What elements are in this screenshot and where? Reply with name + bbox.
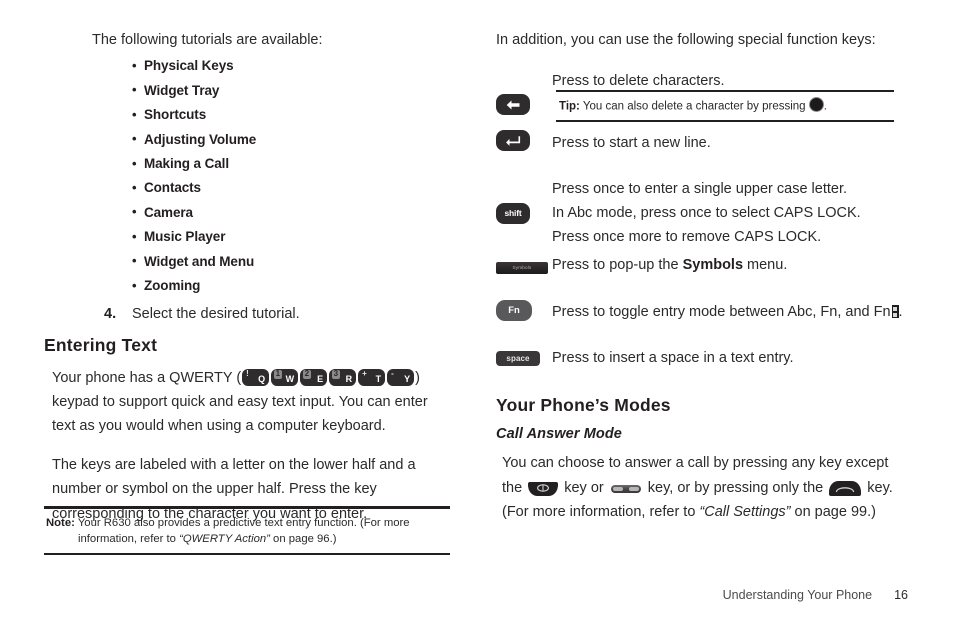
- note-label: Note:: [46, 516, 75, 529]
- backspace-key-icon: [496, 94, 530, 116]
- function-key-row-symbols: Symbols Press to pop-up the Symbols menu…: [496, 254, 908, 301]
- modes-heading: Your Phone’s Modes: [496, 395, 671, 416]
- tip-text-post: .: [823, 100, 827, 113]
- symbols-text-post: menu.: [743, 257, 788, 274]
- numbered-step: 4. Select the desired tutorial.: [64, 303, 452, 326]
- keycap-lower: E: [317, 374, 324, 385]
- shift-line-1: Press once to enter a single upper case …: [552, 181, 848, 198]
- page-footer: Understanding Your Phone 16: [723, 588, 908, 602]
- note-body: Note: Your R630 also provides a predicti…: [44, 509, 450, 553]
- note-box: Note: Your R630 also provides a predicti…: [44, 506, 450, 556]
- fn-text-pre: Press to toggle entry mode between Abc, …: [552, 304, 891, 321]
- keycap-upper: -: [391, 368, 394, 378]
- keycap-upper: 1: [274, 369, 282, 379]
- call-settings-cross-reference: “Call Settings”: [699, 504, 791, 521]
- function-key-row-fn: Fn Press to toggle entry mode between Ab…: [496, 300, 908, 347]
- space-key-icon: space: [496, 349, 540, 367]
- keycap-lower: W: [285, 374, 295, 385]
- tutorial-list: Physical Keys Widget Tray Shortcuts Adju…: [44, 54, 452, 298]
- list-item: Camera: [132, 200, 452, 225]
- function-key-row-shift: shift Press once to enter a single upper…: [496, 178, 908, 254]
- enter-key-description: Press to start a new line.: [552, 135, 711, 152]
- tip-rule-bottom: [556, 119, 894, 123]
- left-column: The following tutorials are available: P…: [44, 28, 452, 540]
- tip-body: Tip: You can also delete a character by …: [556, 92, 894, 120]
- keycap-upper: !: [246, 368, 249, 378]
- keycap-t: + T: [358, 368, 386, 386]
- end-call-key-icon: [528, 481, 559, 496]
- call-answer-text-5: on page 99.): [790, 504, 876, 521]
- fn-text-post: .: [898, 304, 903, 321]
- tutorials-intro: The following tutorials are available:: [92, 32, 323, 48]
- keycap-r: 3R: [329, 368, 357, 386]
- shift-key-label: shift: [496, 203, 530, 225]
- symbols-key-label: Symbols: [512, 265, 532, 271]
- note-cross-reference: “QWERTY Action”: [179, 532, 270, 545]
- call-answer-text-3: key, or by pressing only the: [643, 479, 828, 496]
- keycap-lower: Y: [404, 374, 411, 385]
- note-line-2: information, refer to “QWERTY Action” on…: [78, 531, 446, 547]
- call-answer-mode-heading: Call Answer Mode: [496, 426, 622, 443]
- symbols-text-bold: Symbols: [682, 257, 744, 274]
- list-item: Physical Keys: [132, 54, 452, 78]
- fn-key-icon: Fn: [496, 300, 532, 322]
- side-key-icon: [610, 484, 641, 493]
- call-answer-text-2: key or: [560, 479, 608, 496]
- keycap-w: 1W: [271, 368, 299, 386]
- step-text: Select the desired tutorial.: [132, 305, 300, 322]
- list-item: Contacts: [132, 176, 452, 200]
- call-answer-paragraph: You can choose to answer a call by press…: [502, 451, 908, 524]
- send-call-key-icon: [829, 480, 862, 496]
- note-rule-bottom: [44, 552, 450, 556]
- function-key-row-space: space Press to insert a space in a text …: [496, 347, 908, 381]
- keycap-lower: T: [375, 374, 382, 385]
- list-item: Music Player: [132, 225, 452, 249]
- list-item: Shortcuts: [132, 103, 452, 127]
- symbols-key-icon: Symbols: [496, 259, 548, 277]
- tip-text-pre: You can also delete a character by press…: [582, 100, 809, 113]
- keycap-upper: +: [362, 368, 367, 378]
- list-item: Widget Tray: [132, 78, 452, 103]
- shift-key-description: Press once to enter a single upper case …: [552, 178, 908, 249]
- footer-page-number: 16: [894, 588, 908, 602]
- symbols-key-description: Press to pop-up the Symbols menu.: [552, 254, 908, 278]
- note-line-1: Your R630 also provides a predictive tex…: [77, 516, 410, 529]
- space-key-description: Press to insert a space in a text entry.: [552, 350, 794, 367]
- keycap-lower: R: [345, 374, 353, 385]
- enter-key-icon: [496, 130, 530, 152]
- tip-box: Tip: You can also delete a character by …: [556, 90, 894, 123]
- keycap-y: -Y: [387, 368, 415, 386]
- list-item: Making a Call: [132, 152, 452, 176]
- step-number: 4.: [104, 305, 117, 322]
- qwerty-paragraph: Your phone has a QWERTY (! Q 1 W 2 E 3 R + T - Y) k…: [52, 366, 452, 439]
- keycap-upper: 2: [303, 369, 311, 379]
- qwerty-text-before: Your phone has a QWERTY (: [52, 369, 242, 386]
- shift-line-3: Press once more to remove CAPS LOCK.: [552, 228, 822, 245]
- footer-chapter: Understanding Your Phone: [722, 588, 873, 602]
- keycap-e: 2E: [300, 368, 328, 386]
- function-key-row-enter: Press to start a new line.: [496, 130, 908, 178]
- list-item: Widget and Menu: [132, 249, 452, 274]
- note-line-2-pre: information, refer to: [78, 532, 180, 545]
- page-title: Entering Text: [44, 334, 158, 355]
- keycap-upper: 3: [332, 369, 340, 379]
- shift-key-icon: shift: [496, 203, 530, 225]
- space-key-label: space: [496, 350, 540, 366]
- special-keys-intro: In addition, you can use the following s…: [496, 32, 876, 48]
- manual-page: The following tutorials are available: P…: [0, 0, 954, 636]
- list-item: Zooming: [132, 274, 452, 298]
- keycap-lower: Q: [258, 374, 266, 385]
- fn-key-description: Press to toggle entry mode between Abc, …: [552, 301, 908, 325]
- ok-button-glyph-icon: [808, 97, 824, 113]
- note-line-2-post: on page 96.): [269, 532, 337, 545]
- fn-mode-glyph-icon: [891, 305, 899, 319]
- keycap-q: ! Q: [242, 368, 270, 386]
- symbols-text-pre: Press to pop-up the: [552, 257, 683, 274]
- list-item: Adjusting Volume: [132, 127, 452, 152]
- fn-key-label: Fn: [496, 300, 532, 322]
- qwerty-text-after: ): [415, 369, 420, 386]
- qwerty-continuation: keypad to support quick and easy text in…: [52, 394, 428, 435]
- tip-label: Tip:: [559, 100, 580, 113]
- shift-line-2: In Abc mode, press once to select CAPS L…: [552, 204, 861, 221]
